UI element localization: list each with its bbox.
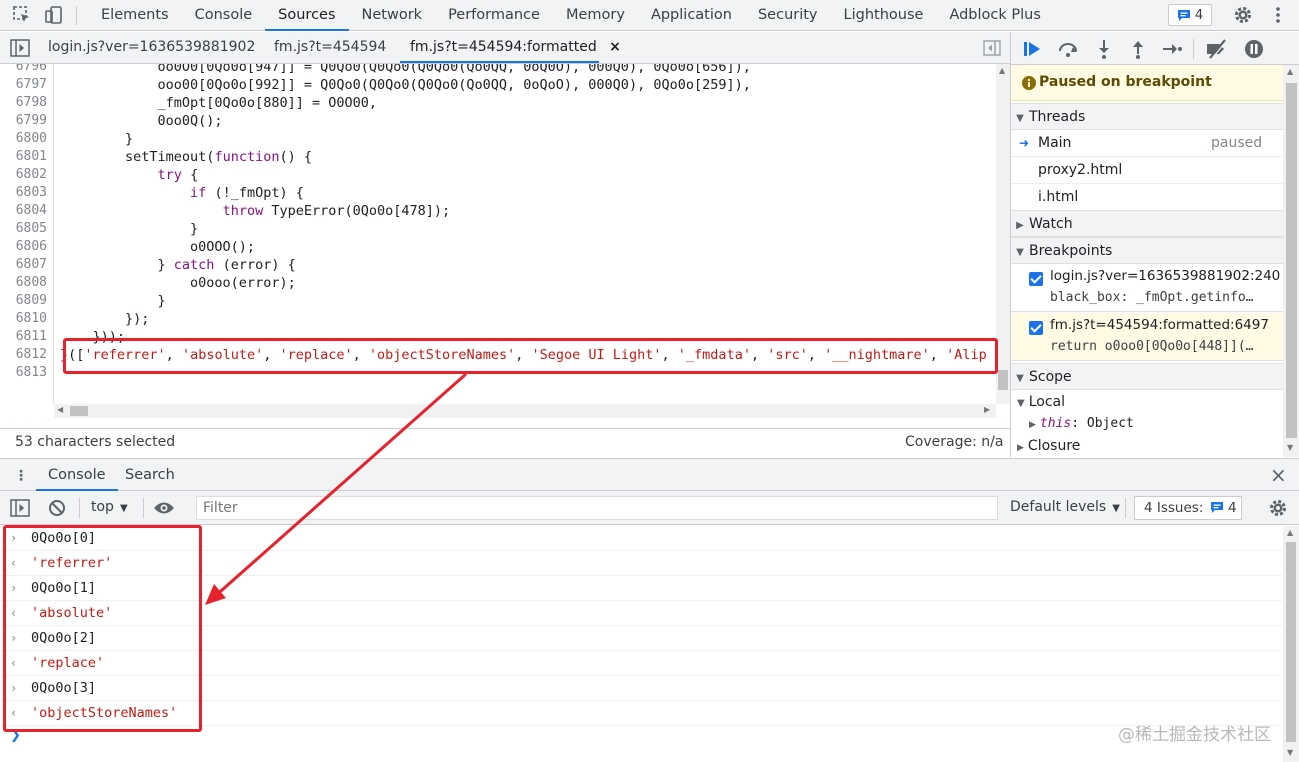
annotation-arrow bbox=[205, 372, 467, 605]
arrow-line bbox=[212, 372, 467, 600]
arrow-head bbox=[205, 584, 226, 605]
